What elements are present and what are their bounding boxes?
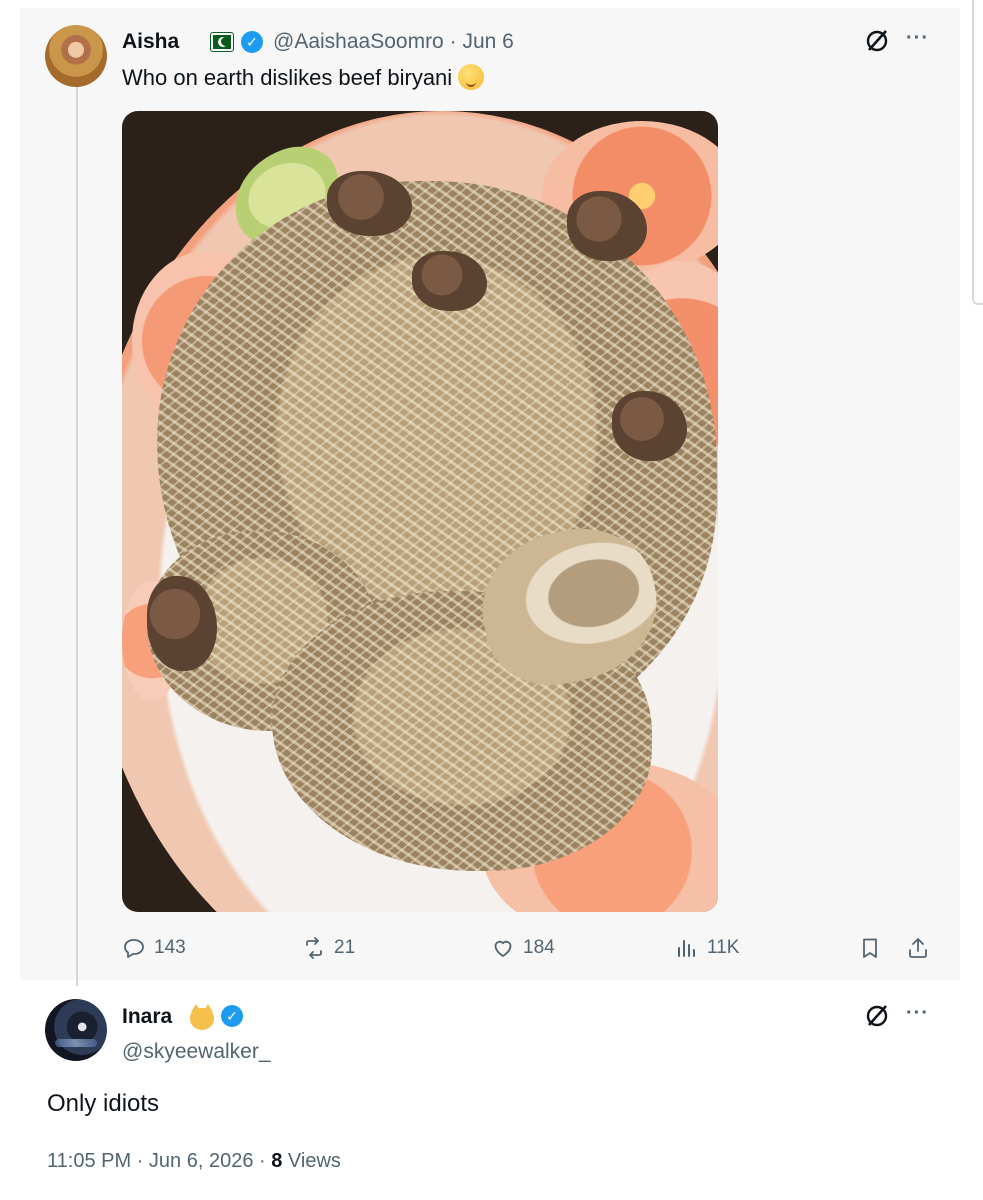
more-icon[interactable]: ··· bbox=[906, 27, 929, 50]
repost-count: 21 bbox=[334, 937, 356, 958]
verified-badge-icon: ✓ bbox=[221, 1005, 243, 1027]
tweet-photo[interactable] bbox=[122, 111, 718, 912]
reply-views-count: 8 bbox=[271, 1150, 283, 1172]
like-icon bbox=[494, 940, 512, 957]
views-button[interactable]: 11K bbox=[675, 936, 739, 960]
reply-icon bbox=[124, 939, 144, 958]
share-icon bbox=[909, 938, 927, 958]
share-button[interactable] bbox=[906, 936, 930, 960]
like-count: 184 bbox=[523, 937, 555, 958]
bookmark-icon bbox=[863, 938, 877, 958]
views-count: 11K bbox=[707, 937, 740, 958]
pakistan-flag-icon bbox=[210, 32, 234, 52]
repost-button[interactable]: 21 bbox=[302, 936, 355, 960]
reply-views-label: Views bbox=[287, 1150, 341, 1172]
scrollbar-edge[interactable] bbox=[972, 0, 983, 305]
thread-line bbox=[76, 86, 78, 986]
grok-icon[interactable] bbox=[864, 1003, 890, 1029]
verified-badge-icon: ✓ bbox=[241, 31, 263, 53]
bookmark-button[interactable] bbox=[858, 936, 882, 960]
cat-face-emoji bbox=[190, 1004, 214, 1030]
reply-text: Only idiots bbox=[47, 1090, 160, 1117]
author-name[interactable]: Aisha bbox=[122, 30, 179, 54]
like-button[interactable]: 184 bbox=[491, 936, 555, 960]
reply-avatar[interactable] bbox=[45, 999, 107, 1061]
drooling-face-emoji bbox=[458, 64, 485, 90]
reply-meta: 11:05 PM · Jun 6, 2026 · 8 Views bbox=[47, 1150, 341, 1172]
tweet-text: Who on earth dislikes beef biryani bbox=[122, 64, 485, 91]
author-handle[interactable]: @AaishaaSoomro · Jun 6 bbox=[273, 30, 514, 54]
reply-author-name[interactable]: Inara bbox=[122, 1005, 172, 1029]
avatar[interactable] bbox=[45, 25, 107, 87]
reply-time[interactable]: 11:05 PM bbox=[47, 1150, 131, 1172]
reply-author-handle[interactable]: @skyeewalker_ bbox=[122, 1040, 271, 1064]
reply-date[interactable]: Jun 6, 2026 bbox=[149, 1150, 254, 1172]
repost-icon bbox=[306, 937, 322, 959]
reply-count: 143 bbox=[154, 937, 186, 958]
more-icon[interactable]: ··· bbox=[906, 1002, 929, 1025]
reply-button[interactable]: 143 bbox=[122, 936, 186, 960]
grok-icon[interactable] bbox=[864, 28, 890, 54]
views-icon bbox=[678, 940, 695, 957]
